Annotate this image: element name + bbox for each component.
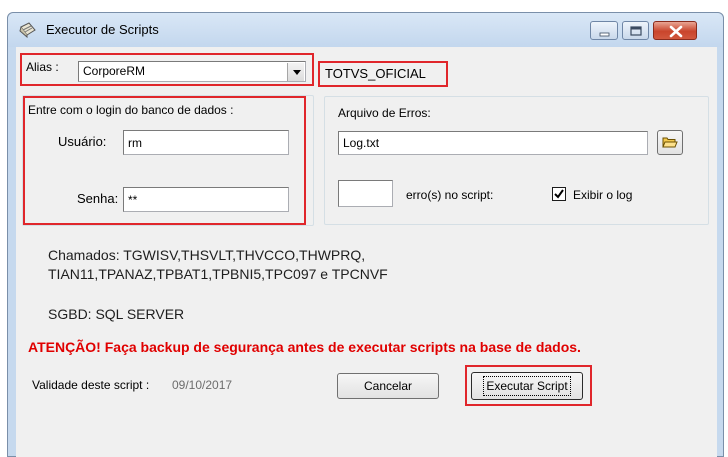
dialog-body: Alias : CorporeRM TOTVS_OFICIAL Entre co…	[16, 47, 717, 457]
window-title: Executor de Scripts	[46, 22, 159, 37]
validity-label: Validade deste script :	[32, 378, 150, 392]
show-log-label[interactable]: Exibir o log	[573, 188, 632, 202]
validity-date: 09/10/2017	[172, 378, 233, 392]
errors-group-title: Arquivo de Erros:	[338, 106, 431, 120]
password-input[interactable]: **	[123, 187, 289, 212]
alias-select[interactable]: CorporeRM	[78, 61, 306, 82]
execute-script-button[interactable]: Executar Script	[471, 372, 583, 400]
password-label: Senha:	[77, 191, 119, 206]
maximize-icon	[630, 26, 642, 36]
chamados-line-2: TIAN11,TPANAZ,TPBAT1,TPBNI5,TPC097 e TPC…	[48, 266, 388, 282]
minimize-button[interactable]	[590, 21, 618, 40]
browse-folder-button[interactable]	[657, 130, 683, 155]
error-count-input[interactable]	[338, 180, 393, 207]
app-window: Executor de Scripts Alias : CorporeRM TO…	[7, 12, 724, 457]
title-bar[interactable]: Executor de Scripts	[8, 13, 723, 47]
backup-warning: ATENÇÃO! Faça backup de segurança antes …	[28, 339, 581, 355]
database-name: TOTVS_OFICIAL	[325, 66, 426, 81]
maximize-button[interactable]	[622, 21, 649, 40]
execute-script-label: Executar Script	[483, 376, 571, 396]
chevron-down-icon[interactable]	[287, 63, 304, 81]
close-icon	[669, 25, 683, 38]
alias-selected-value: CorporeRM	[83, 64, 146, 78]
script-scroll-icon	[19, 22, 36, 38]
error-file-input[interactable]: Log.txt	[338, 131, 648, 155]
close-button[interactable]	[653, 21, 697, 40]
minimize-icon	[599, 32, 610, 37]
alias-label: Alias :	[26, 60, 59, 74]
open-folder-icon	[662, 137, 678, 148]
show-log-checkbox[interactable]	[552, 187, 566, 201]
sgbd-text: SGBD: SQL SERVER	[48, 306, 185, 322]
error-count-suffix: erro(s) no script:	[406, 188, 494, 202]
user-label: Usuário:	[58, 134, 107, 149]
user-input[interactable]: rm	[123, 130, 289, 155]
login-group-title: Entre com o login do banco de dados :	[28, 103, 234, 117]
checkmark-icon	[554, 189, 564, 199]
cancel-button[interactable]: Cancelar	[337, 373, 439, 399]
chamados-line-1: Chamados: TGWISV,THSVLT,THVCCO,THWPRQ,	[48, 247, 366, 263]
